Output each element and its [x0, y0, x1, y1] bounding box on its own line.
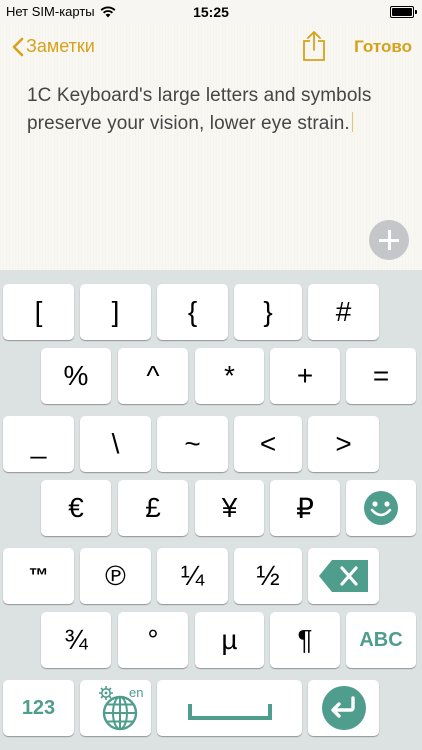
space-key[interactable] [157, 680, 302, 736]
key-label: } [263, 296, 273, 327]
key-open-bracket[interactable]: [ [3, 284, 74, 340]
return-key[interactable] [308, 680, 379, 736]
key-label: ℗ [105, 560, 126, 591]
key-label: { [187, 296, 198, 327]
share-button[interactable] [302, 30, 326, 67]
add-attachment-button[interactable] [369, 220, 409, 260]
key-one-half[interactable]: ½ [234, 548, 302, 604]
text-caret [351, 112, 353, 132]
key-label: = [372, 360, 390, 391]
key-label: ^ [146, 360, 160, 391]
key-one-quarter[interactable]: ¼ [157, 548, 228, 604]
key-label: ₽ [296, 492, 314, 524]
backspace-icon [318, 560, 368, 592]
key-sound-recording-copyright[interactable]: ℗ [80, 548, 151, 604]
key-label: \ [111, 428, 120, 459]
key-caret[interactable]: ^ [118, 348, 188, 404]
smiley-icon [364, 491, 398, 525]
key-underscore[interactable]: _ [3, 416, 74, 472]
key-plus[interactable]: + [270, 348, 340, 404]
key-label: ~ [184, 428, 201, 459]
key-percent[interactable]: % [41, 348, 111, 404]
chevron-left-icon [12, 37, 24, 56]
keyboard: [ ] { } # % ^ * + = _ \ ~ < > € £ ¥ ₽ ™ … [0, 270, 422, 750]
key-less-than[interactable]: < [234, 416, 302, 472]
language-switch: en [86, 683, 146, 733]
return-icon [321, 686, 366, 730]
key-euro[interactable]: € [41, 480, 111, 536]
key-greater-than[interactable]: > [308, 416, 379, 472]
key-label: > [335, 428, 352, 459]
key-label: € [68, 492, 84, 523]
key-open-brace[interactable]: { [157, 284, 228, 340]
abc-mode-key[interactable]: ABC [346, 612, 416, 668]
numbers-mode-key[interactable]: 123 [3, 680, 74, 736]
key-label: [ [34, 296, 43, 327]
key-pilcrow[interactable]: ¶ [270, 612, 340, 668]
key-pound[interactable]: £ [118, 480, 188, 536]
key-label: ] [111, 296, 120, 327]
share-icon [303, 31, 325, 61]
key-hash[interactable]: # [308, 284, 379, 340]
key-asterisk[interactable]: * [195, 348, 264, 404]
space-bar-icon [187, 704, 272, 720]
key-label: + [296, 360, 314, 391]
key-three-quarters[interactable]: ¾ [41, 612, 111, 668]
key-label: ¥ [221, 492, 238, 523]
key-degree[interactable]: ° [118, 612, 188, 668]
key-label: ° [147, 624, 159, 655]
emoji-key[interactable] [346, 480, 416, 536]
key-label: ¾ [64, 624, 88, 655]
note-editor: Заметки Готово 1C Keyboard's large lette… [0, 24, 422, 270]
key-label: µ [221, 624, 238, 655]
key-close-brace[interactable]: } [234, 284, 302, 340]
battery-icon [390, 6, 417, 18]
key-label: 123 [21, 696, 56, 719]
backspace-key[interactable] [308, 548, 379, 604]
globe-icon [102, 695, 137, 731]
language-key[interactable]: en [80, 680, 151, 736]
key-label: ABC [359, 628, 403, 651]
status-bar: Нет SIM-карты 15:25 [0, 0, 422, 24]
key-label: < [259, 428, 277, 459]
key-label: ½ [256, 560, 280, 591]
key-yen[interactable]: ¥ [195, 480, 264, 536]
key-trademark[interactable]: ™ [3, 548, 74, 604]
key-label: £ [145, 492, 161, 523]
key-micro[interactable]: µ [195, 612, 264, 668]
key-label: # [335, 296, 352, 327]
key-ruble[interactable]: ₽ [270, 480, 340, 536]
key-label: ™ [28, 564, 49, 587]
status-time: 15:25 [193, 4, 229, 20]
note-text-area[interactable]: 1C Keyboard's large letters and symbols … [27, 82, 407, 138]
key-equals[interactable]: = [346, 348, 416, 404]
key-label: ¼ [180, 560, 205, 591]
key-label: % [63, 360, 89, 391]
back-button[interactable]: Заметки [12, 36, 95, 57]
key-tilde[interactable]: ~ [157, 416, 228, 472]
key-backslash[interactable]: \ [80, 416, 151, 472]
back-label: Заметки [26, 36, 95, 56]
key-label: _ [30, 428, 47, 459]
done-button[interactable]: Готово [354, 37, 412, 57]
key-label: * [224, 360, 235, 391]
note-text: 1C Keyboard's large letters and symbols … [27, 85, 372, 134]
key-label: ¶ [297, 624, 313, 655]
key-close-bracket[interactable]: ] [80, 284, 151, 340]
